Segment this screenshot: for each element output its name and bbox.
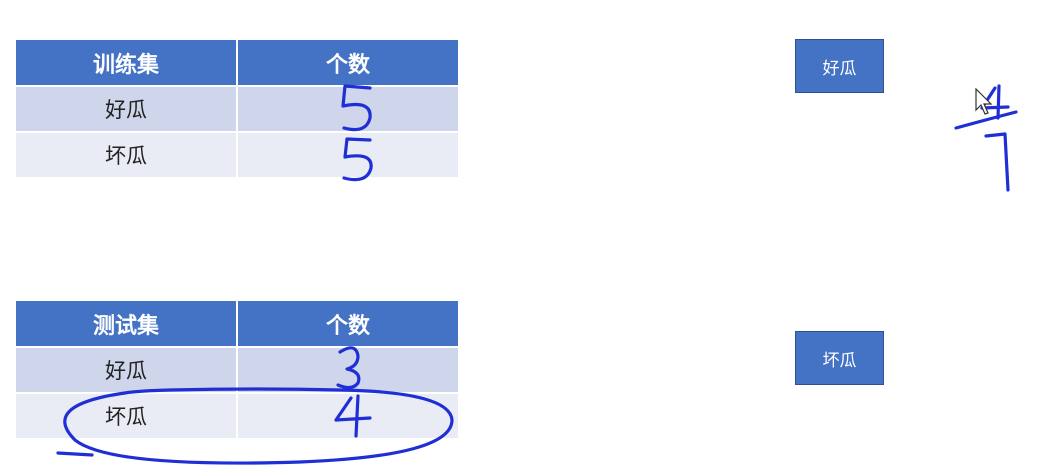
- table-header-row: 训练集 个数: [16, 40, 458, 87]
- header-training-set: 训练集: [16, 40, 238, 87]
- good-melon-box: 好瓜: [795, 39, 884, 93]
- table-header-row: 测试集 个数: [16, 301, 458, 348]
- row-label-good-melon: 好瓜: [16, 347, 238, 394]
- count-cell: [237, 86, 458, 133]
- header-count: 个数: [237, 40, 458, 87]
- table-row: 好瓜: [16, 347, 458, 394]
- count-cell: [237, 132, 458, 179]
- row-label-bad-melon: 坏瓜: [16, 393, 238, 440]
- bad-melon-box: 坏瓜: [795, 331, 884, 385]
- header-test-set: 测试集: [16, 301, 238, 348]
- row-label-bad-melon: 坏瓜: [16, 132, 238, 179]
- row-label-good-melon: 好瓜: [16, 86, 238, 133]
- table-row: 好瓜: [16, 86, 458, 133]
- table-row: 坏瓜: [16, 132, 458, 179]
- count-cell: [237, 347, 458, 394]
- test-set-table: 测试集 个数 好瓜 坏瓜: [16, 301, 458, 440]
- mouse-cursor-icon: [975, 88, 993, 115]
- training-set-table: 训练集 个数 好瓜 坏瓜: [16, 40, 458, 179]
- header-count: 个数: [237, 301, 458, 348]
- fraction-denominator: 7: [984, 132, 1010, 192]
- table-row: 坏瓜: [16, 393, 458, 440]
- count-cell: [237, 393, 458, 440]
